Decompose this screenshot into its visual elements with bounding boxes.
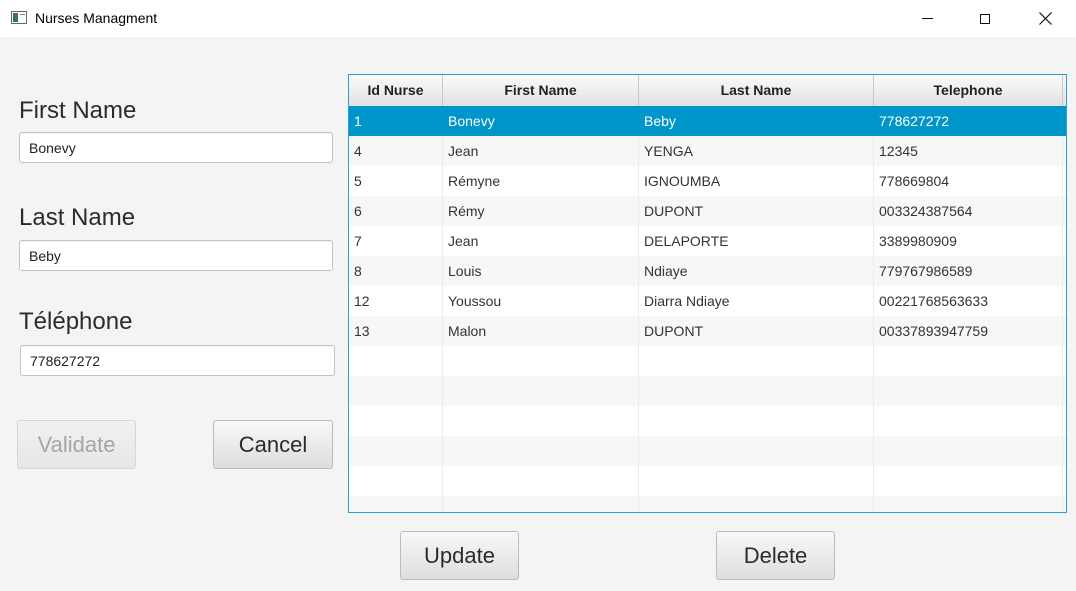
cell-first-name: Malon [443, 316, 639, 346]
cell-telephone: 3389980909 [874, 226, 1063, 256]
cell-id: 5 [349, 166, 443, 196]
cell-first-name [443, 376, 639, 406]
cell-last-name: YENGA [639, 136, 874, 166]
table-header: Id Nurse First Name Last Name Telephone [349, 75, 1066, 107]
cell-last-name: Beby [639, 106, 874, 136]
cell-id: 1 [349, 106, 443, 136]
cell-id [349, 436, 443, 466]
cell-first-name [443, 466, 639, 496]
cell-telephone: 778669804 [874, 166, 1063, 196]
cell-last-name [639, 496, 874, 512]
maximize-icon [980, 13, 990, 24]
table-row[interactable]: 1 Bonevy Beby 778627272 [349, 106, 1066, 136]
empty-table-row [349, 346, 1066, 376]
cell-first-name: Rémyne [443, 166, 639, 196]
empty-table-row [349, 406, 1066, 436]
cell-first-name: Louis [443, 256, 639, 286]
cell-last-name [639, 346, 874, 376]
cell-last-name [639, 436, 874, 466]
table-body: 1 Bonevy Beby 778627272 4 Jean YENGA 12345 5 Rémy… [349, 106, 1066, 512]
cell-id: 4 [349, 136, 443, 166]
cell-first-name [443, 406, 639, 436]
cell-first-name: Rémy [443, 196, 639, 226]
cell-last-name [639, 376, 874, 406]
cell-first-name: Bonevy [443, 106, 639, 136]
telephone-label: Téléphone [19, 308, 133, 335]
cell-first-name: Youssou [443, 286, 639, 316]
close-button[interactable] [1016, 0, 1074, 37]
column-header-first-name[interactable]: First Name [443, 75, 639, 106]
cell-last-name [639, 406, 874, 436]
cancel-button[interactable]: Cancel [213, 420, 333, 469]
cell-telephone [874, 436, 1063, 466]
cell-last-name: DELAPORTE [639, 226, 874, 256]
minimize-icon [921, 18, 933, 19]
last-name-label: Last Name [19, 204, 136, 231]
first-name-label: First Name [19, 97, 137, 124]
cell-id [349, 406, 443, 436]
cell-first-name: Jean [443, 136, 639, 166]
table-row[interactable]: 4 Jean YENGA 12345 [349, 136, 1066, 166]
cell-id [349, 346, 443, 376]
cell-last-name [639, 466, 874, 496]
cell-last-name: DUPONT [639, 316, 874, 346]
table-row[interactable]: 8 Louis Ndiaye 779767986589 [349, 256, 1066, 286]
cell-telephone [874, 376, 1063, 406]
empty-table-row [349, 466, 1066, 496]
cell-id: 6 [349, 196, 443, 226]
cell-telephone [874, 496, 1063, 512]
table-row[interactable]: 13 Malon DUPONT 00337893947759 [349, 316, 1066, 346]
table-row[interactable]: 6 Rémy DUPONT 003324387564 [349, 196, 1066, 226]
cell-first-name [443, 346, 639, 376]
empty-table-row [349, 376, 1066, 406]
cell-telephone: 00221768563633 [874, 286, 1063, 316]
cell-id [349, 466, 443, 496]
window-title: Nurses Managment [35, 10, 158, 26]
delete-button[interactable]: Delete [716, 531, 835, 580]
column-header-telephone[interactable]: Telephone [874, 75, 1063, 106]
column-header-last-name[interactable]: Last Name [639, 75, 874, 106]
update-button[interactable]: Update [400, 531, 519, 580]
validate-button[interactable]: Validate [17, 420, 136, 469]
cell-telephone: 00337893947759 [874, 316, 1063, 346]
cell-last-name: DUPONT [639, 196, 874, 226]
cell-last-name: Ndiaye [639, 256, 874, 286]
empty-table-row [349, 436, 1066, 466]
last-name-input[interactable] [19, 240, 333, 271]
app-icon [11, 11, 27, 24]
first-name-input[interactable] [19, 132, 333, 163]
nurses-table[interactable]: Id Nurse First Name Last Name Telephone … [348, 74, 1067, 513]
minimize-button[interactable] [898, 0, 956, 37]
cell-telephone: 779767986589 [874, 256, 1063, 286]
cell-last-name: IGNOUMBA [639, 166, 874, 196]
cell-id: 8 [349, 256, 443, 286]
cell-telephone: 778627272 [874, 106, 1063, 136]
cell-first-name [443, 496, 639, 512]
cell-id [349, 376, 443, 406]
empty-table-row [349, 496, 1066, 512]
telephone-input[interactable] [20, 345, 335, 376]
cell-telephone [874, 346, 1063, 376]
cell-id: 13 [349, 316, 443, 346]
cell-last-name: Diarra Ndiaye [639, 286, 874, 316]
cell-id: 7 [349, 226, 443, 256]
table-row[interactable]: 7 Jean DELAPORTE 3389980909 [349, 226, 1066, 256]
close-icon [1038, 12, 1052, 25]
cell-telephone [874, 406, 1063, 436]
table-row[interactable]: 5 Rémyne IGNOUMBA 778669804 [349, 166, 1066, 196]
cell-telephone: 12345 [874, 136, 1063, 166]
cell-id: 12 [349, 286, 443, 316]
column-header-id[interactable]: Id Nurse [349, 75, 443, 106]
maximize-button[interactable] [956, 0, 1014, 37]
cell-telephone [874, 466, 1063, 496]
title-bar: Nurses Managment [0, 0, 1076, 37]
cell-id [349, 496, 443, 512]
cell-first-name [443, 436, 639, 466]
table-row[interactable]: 12 Youssou Diarra Ndiaye 00221768563633 [349, 286, 1066, 316]
cell-telephone: 003324387564 [874, 196, 1063, 226]
cell-first-name: Jean [443, 226, 639, 256]
